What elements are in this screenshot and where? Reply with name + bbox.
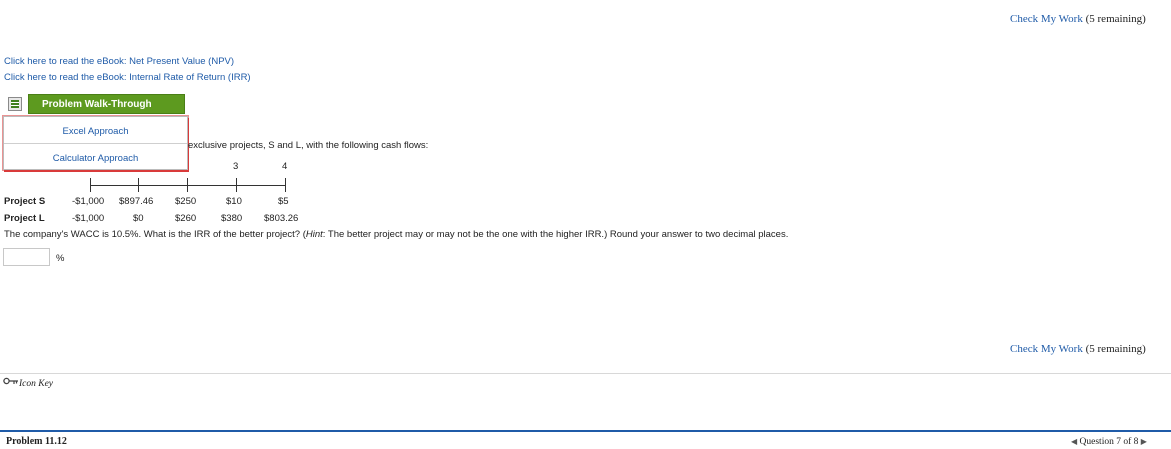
problem-number: Problem 11.12 bbox=[6, 436, 67, 447]
timeline-line bbox=[90, 185, 286, 186]
key-icon[interactable] bbox=[3, 376, 19, 389]
menu-divider bbox=[4, 143, 187, 144]
project-s-label: Project S bbox=[4, 196, 46, 207]
project-s-cf4: $5 bbox=[278, 196, 289, 207]
check-my-work-bottom: Check My Work (5 remaining) bbox=[1010, 343, 1146, 355]
project-l-cf3: $380 bbox=[221, 213, 243, 224]
question-part-2: : The better project may or may not be t… bbox=[322, 229, 789, 240]
project-s-cf3: $10 bbox=[226, 196, 242, 207]
problem-walkthrough-button[interactable]: Problem Walk-Through bbox=[28, 94, 185, 114]
project-l-cf1: $0 bbox=[133, 213, 144, 224]
check-my-work-link[interactable]: Check My Work bbox=[1010, 13, 1083, 25]
timeline-tick bbox=[90, 178, 91, 192]
question-text: The company's WACC is 10.5%. What is the… bbox=[4, 229, 788, 240]
check-my-work-top: Check My Work (5 remaining) bbox=[1010, 13, 1146, 25]
footer-divider bbox=[0, 430, 1171, 432]
timeline-label-3: 3 bbox=[233, 161, 239, 172]
walkthrough-menu: Excel Approach Calculator Approach bbox=[3, 116, 188, 170]
question-part-1: The company's WACC is 10.5%. What is the… bbox=[4, 229, 306, 240]
menu-item-calculator-approach[interactable]: Calculator Approach bbox=[4, 153, 187, 164]
timeline-tick bbox=[236, 178, 237, 192]
hint-label: Hint bbox=[305, 229, 323, 240]
film-strip-icon[interactable] bbox=[8, 97, 22, 111]
check-my-work-link[interactable]: Check My Work bbox=[1010, 343, 1083, 355]
question-navigation: ◀ Question 7 of 8 ▶ bbox=[1071, 437, 1147, 447]
project-l-label: Project L bbox=[4, 213, 45, 224]
timeline-tick bbox=[187, 178, 188, 192]
timeline-label-4: 4 bbox=[282, 161, 288, 172]
project-l-cf4: $803.26 bbox=[264, 213, 299, 224]
remaining-attempts: (5 remaining) bbox=[1085, 343, 1146, 355]
project-l-cf2: $260 bbox=[175, 213, 197, 224]
timeline-tick bbox=[285, 178, 286, 192]
timeline-tick bbox=[138, 178, 139, 192]
project-l-cf0: -$1,000 bbox=[72, 213, 105, 224]
problem-intro-text: exclusive projects, S and L, with the fo… bbox=[188, 140, 429, 151]
prev-question-icon[interactable]: ◀ bbox=[1071, 437, 1077, 446]
ebook-link-irr[interactable]: Click here to read the eBook: Internal R… bbox=[4, 72, 251, 83]
project-s-cf1: $897.46 bbox=[119, 196, 154, 207]
next-question-icon[interactable]: ▶ bbox=[1141, 437, 1147, 446]
project-s-cf2: $250 bbox=[175, 196, 197, 207]
divider bbox=[0, 373, 1171, 374]
remaining-attempts: (5 remaining) bbox=[1085, 13, 1146, 25]
ebook-link-npv[interactable]: Click here to read the eBook: Net Presen… bbox=[4, 56, 234, 67]
menu-item-excel-approach[interactable]: Excel Approach bbox=[4, 126, 187, 137]
question-counter: Question 7 of 8 bbox=[1079, 437, 1139, 447]
percent-unit: % bbox=[56, 253, 65, 264]
irr-answer-input[interactable] bbox=[3, 248, 50, 266]
icon-key-label[interactable]: Icon Key bbox=[19, 379, 53, 389]
project-s-cf0: -$1,000 bbox=[72, 196, 105, 207]
